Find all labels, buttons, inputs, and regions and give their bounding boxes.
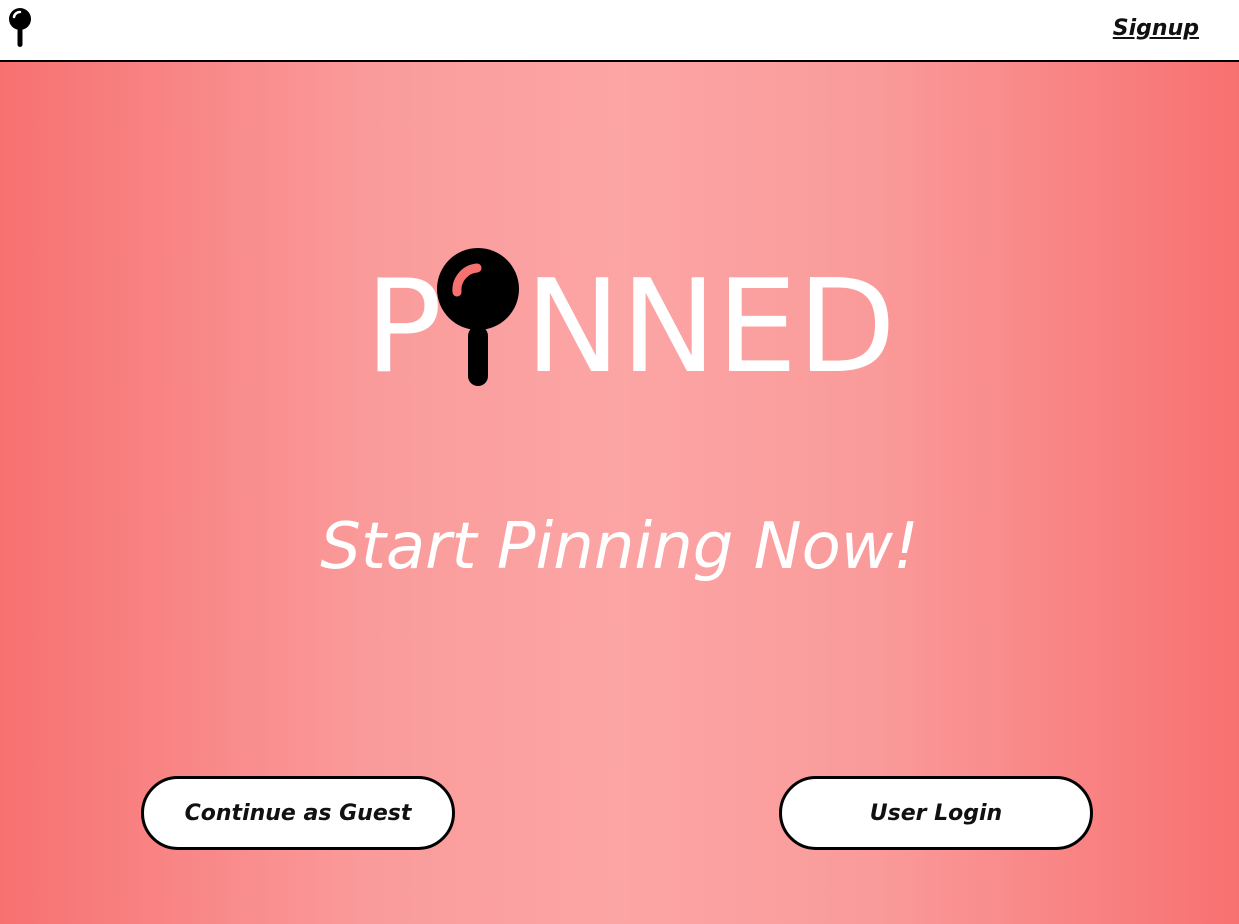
top-navbar: Signup <box>0 0 1239 62</box>
user-login-button[interactable]: User Login <box>779 776 1093 850</box>
hero-section: P NNED Start Pinning Now! Continue as Gu… <box>0 62 1239 924</box>
pin-icon[interactable] <box>8 8 32 48</box>
logo-letter-p: P <box>365 253 443 402</box>
pin-icon <box>437 248 519 386</box>
pinned-logo: P NNED <box>365 248 896 402</box>
tagline: Start Pinning Now! <box>320 510 919 584</box>
signup-link[interactable]: Signup <box>1113 16 1199 41</box>
continue-as-guest-button[interactable]: Continue as Guest <box>141 776 455 850</box>
logo-letters-nned: NNED <box>525 253 896 402</box>
